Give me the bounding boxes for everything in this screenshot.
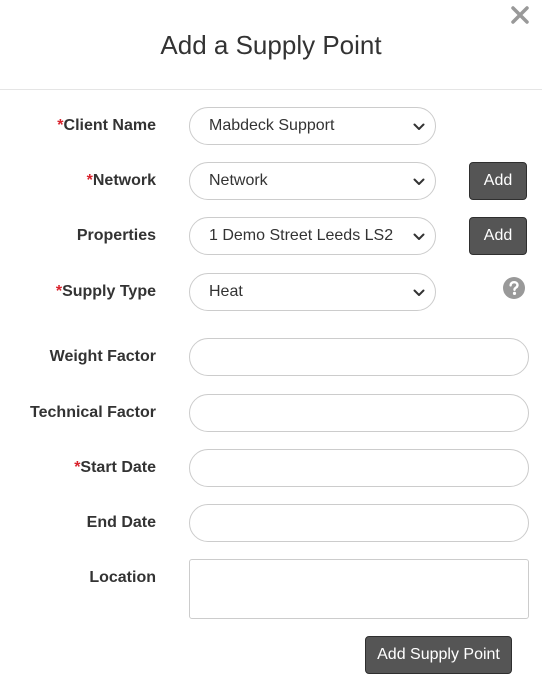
chevron-down-icon xyxy=(413,178,425,185)
weight-factor-row: Weight Factor xyxy=(0,338,542,376)
technical-factor-row: Technical Factor xyxy=(0,394,542,432)
chevron-down-icon xyxy=(413,289,425,296)
add-property-button[interactable]: Add xyxy=(469,217,527,255)
end-date-label: End Date xyxy=(86,514,156,531)
end-date-input[interactable] xyxy=(189,504,529,542)
supply-type-value: Heat xyxy=(209,283,243,300)
properties-value: 1 Demo Street Leeds LS2 xyxy=(209,227,394,244)
client-name-label: *Client Name xyxy=(57,117,156,134)
location-label: Location xyxy=(89,569,156,586)
chevron-down-icon xyxy=(413,233,425,240)
add-supply-point-button[interactable]: Add Supply Point xyxy=(365,636,512,674)
client-name-value: Mabdeck Support xyxy=(209,117,335,134)
supply-type-row: *Supply Type Heat xyxy=(0,273,542,311)
network-row: *Network Network Add xyxy=(0,162,542,200)
properties-label: Properties xyxy=(76,227,156,244)
network-label: *Network xyxy=(86,172,156,189)
modal-header: Add a Supply Point xyxy=(0,0,542,90)
supply-type-label: *Supply Type xyxy=(55,283,156,300)
start-date-input[interactable] xyxy=(189,449,529,487)
start-date-row: *Start Date xyxy=(0,449,542,487)
properties-row: Properties 1 Demo Street Leeds LS2 Add xyxy=(0,217,542,255)
network-select[interactable]: Network xyxy=(189,162,436,200)
modal-title: Add a Supply Point xyxy=(160,30,382,60)
technical-factor-label: Technical Factor xyxy=(30,404,156,421)
location-row: Location xyxy=(0,559,542,619)
properties-select[interactable]: 1 Demo Street Leeds LS2 xyxy=(189,217,436,255)
question-circle-icon[interactable] xyxy=(503,277,525,299)
add-network-button[interactable]: Add xyxy=(469,162,527,200)
network-value: Network xyxy=(209,172,268,189)
client-name-select[interactable]: Mabdeck Support xyxy=(189,107,436,145)
weight-factor-input[interactable] xyxy=(189,338,529,376)
add-supply-point-modal: Add a Supply Point *Client Name Mabdeck … xyxy=(0,0,542,699)
technical-factor-input[interactable] xyxy=(189,394,529,432)
client-name-row: *Client Name Mabdeck Support xyxy=(0,107,542,145)
supply-type-select[interactable]: Heat xyxy=(189,273,436,311)
end-date-row: End Date xyxy=(0,504,542,542)
chevron-down-icon xyxy=(413,123,425,130)
location-textarea[interactable] xyxy=(189,559,529,619)
weight-factor-label: Weight Factor xyxy=(49,348,156,365)
start-date-label: *Start Date xyxy=(74,459,156,476)
